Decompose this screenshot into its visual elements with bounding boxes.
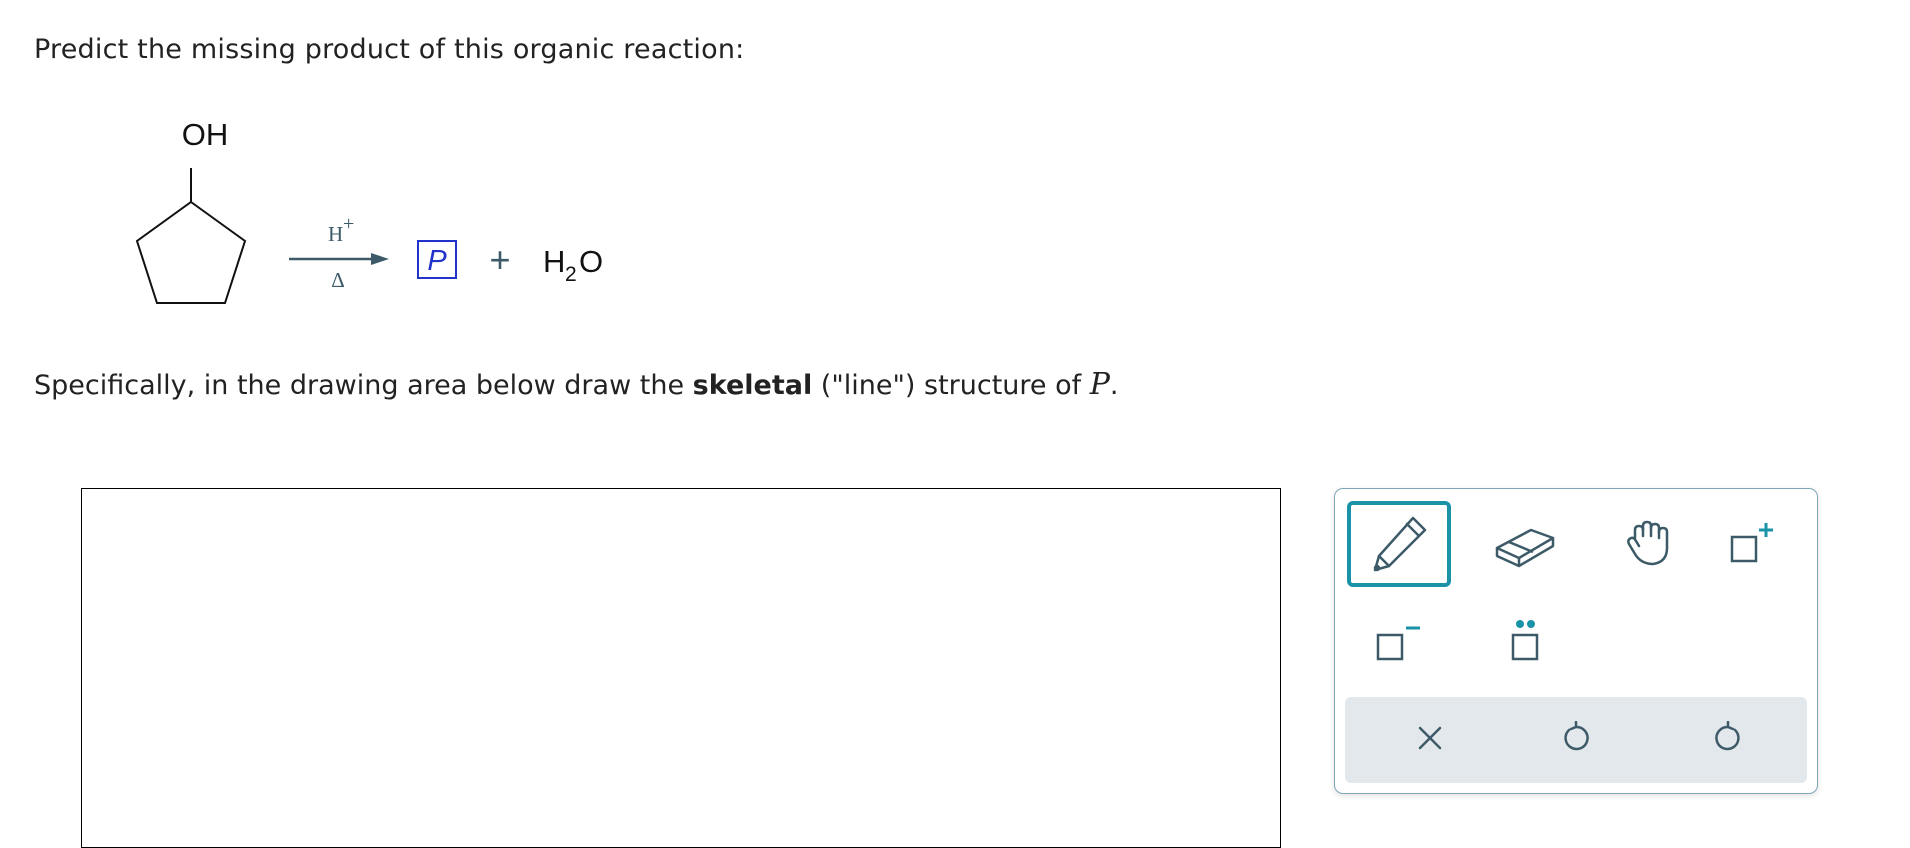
water-h: H: [543, 244, 565, 279]
plus-sign: +: [489, 239, 510, 280]
remove-charge-icon: [1374, 617, 1424, 667]
undo-icon: [1559, 720, 1593, 759]
reagent-acid-charge: +: [343, 213, 354, 235]
undo-button[interactable]: [1551, 715, 1601, 765]
lone-pair-icon: [1500, 617, 1550, 667]
action-bar: [1345, 697, 1807, 783]
clear-button[interactable]: [1405, 715, 1455, 765]
redo-button[interactable]: [1703, 715, 1753, 765]
clear-icon: [1415, 723, 1445, 757]
instruction-text-start: Specifically, in the drawing area below …: [34, 370, 693, 401]
redo-icon: [1711, 720, 1745, 759]
water-o: O: [579, 244, 603, 279]
eraser-tool-button[interactable]: [1473, 501, 1577, 587]
drawing-canvas[interactable]: [81, 488, 1281, 848]
instruction-variable: P: [1089, 367, 1110, 402]
reagent-acid: H: [328, 222, 343, 246]
reaction-arrow: [289, 253, 389, 265]
instruction-text-middle: ("line") structure of: [812, 370, 1090, 401]
instruction-bold-term: skeletal: [692, 370, 813, 401]
drawing-toolbar: [1334, 488, 1818, 794]
negative-charge-tool-button[interactable]: [1347, 599, 1451, 685]
eraser-icon: [1493, 520, 1557, 568]
pencil-tool-button[interactable]: [1347, 501, 1451, 587]
lone-pair-tool-button[interactable]: [1473, 599, 1577, 685]
water-subscript: 2: [565, 263, 577, 286]
cyclopentanol-structure: [135, 168, 247, 304]
product-label: P: [427, 245, 447, 277]
pencil-icon: [1367, 512, 1431, 576]
drawing-instruction: Specifically, in the drawing area below …: [34, 367, 1119, 402]
add-charge-icon: [1728, 519, 1778, 569]
instruction-text-end: .: [1109, 370, 1119, 401]
hand-tool-button[interactable]: [1599, 501, 1703, 587]
reaction-scheme: OH H + Δ P + H 2 O: [0, 0, 1910, 360]
reagent-heat: Δ: [331, 268, 345, 292]
hand-icon: [1623, 516, 1679, 572]
positive-charge-tool-button[interactable]: [1701, 501, 1805, 587]
hydroxyl-label: OH: [182, 117, 229, 152]
